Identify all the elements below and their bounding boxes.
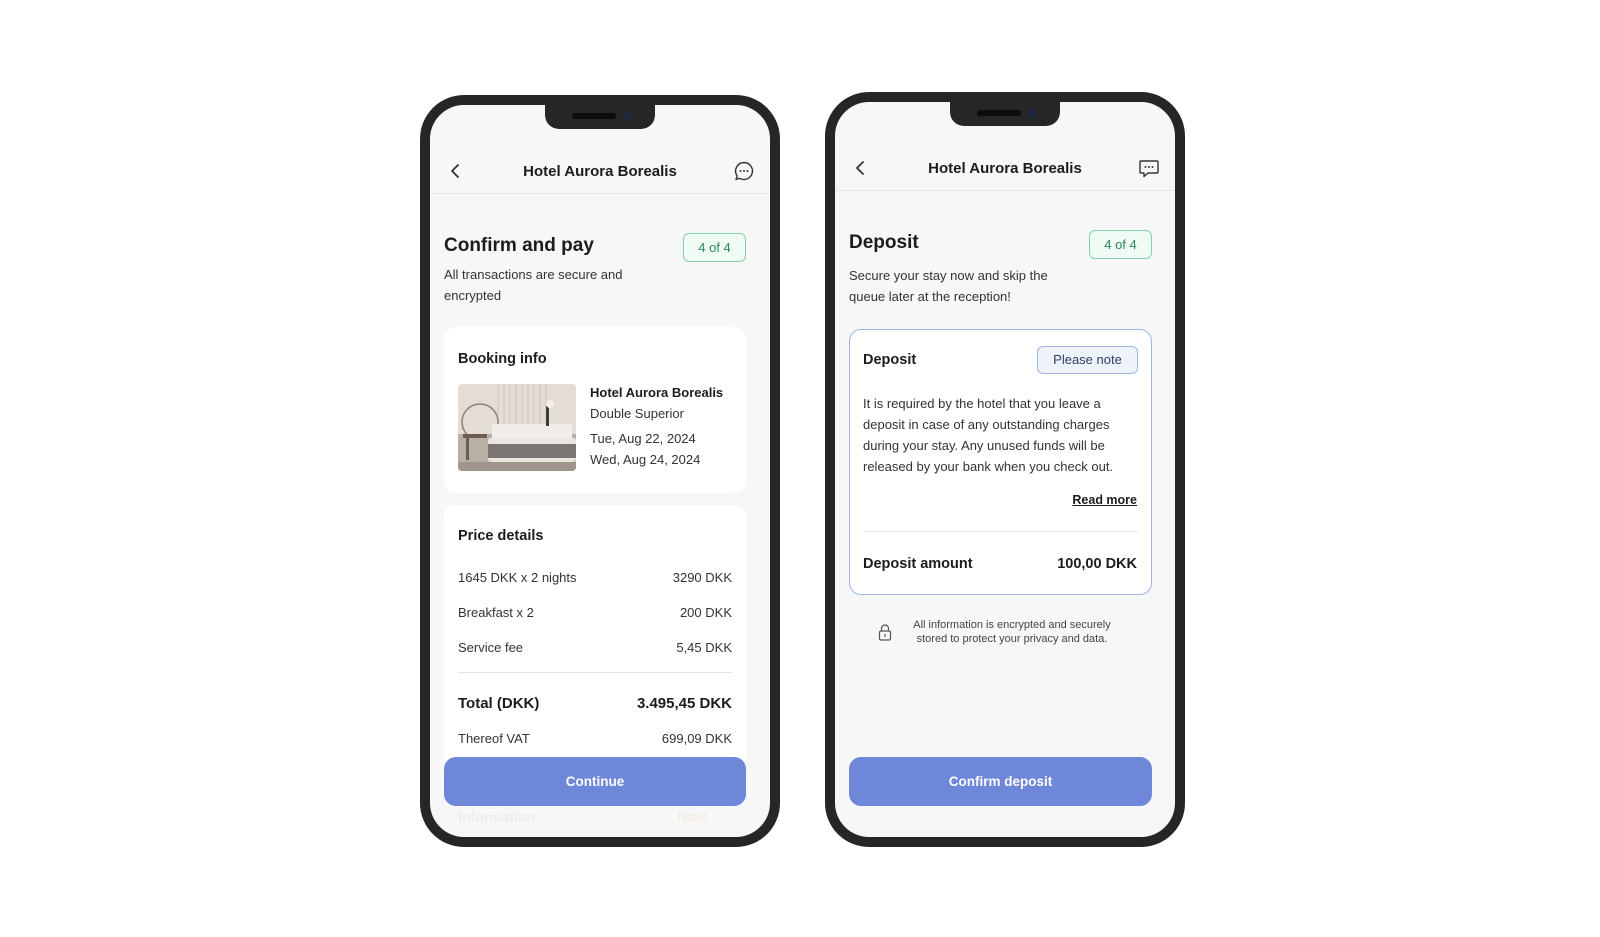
- chat-bubble-icon[interactable]: [1137, 156, 1161, 180]
- total-label: Total (DKK): [458, 695, 540, 712]
- vat-label: Thereof VAT: [458, 731, 530, 746]
- hotel-room-image: [458, 384, 576, 471]
- price-row-label: 1645 DKK x 2 nights: [458, 570, 577, 585]
- booking-hotel-name: Hotel Aurora Borealis: [590, 385, 724, 400]
- screen-deposit: Hotel Aurora Borealis Deposit 4 of 4 Sec…: [835, 102, 1175, 837]
- phone-notch: [545, 105, 655, 129]
- deposit-amount-row: Deposit amount 100,00 DKK: [863, 556, 1137, 572]
- booking-info-card: Booking info Hotel Aurora Borealis Doubl…: [444, 327, 746, 493]
- faded-note-badge: Note!: [678, 810, 707, 824]
- total-value: 3.495,45 DKK: [636, 695, 732, 712]
- price-row: Service fee 5,45 DKK: [458, 640, 732, 655]
- top-bar: Hotel Aurora Borealis: [430, 149, 770, 194]
- booking-info-title: Booking info: [458, 351, 547, 367]
- phone-deposit: Hotel Aurora Borealis Deposit 4 of 4 Sec…: [825, 92, 1185, 847]
- deposit-divider: [863, 531, 1138, 532]
- step-badge: 4 of 4: [1089, 230, 1152, 259]
- please-note-badge: Please note: [1037, 346, 1138, 374]
- price-details-title: Price details: [458, 528, 544, 544]
- header-title: Hotel Aurora Borealis: [523, 162, 677, 180]
- header-title: Hotel Aurora Borealis: [928, 159, 1082, 177]
- price-row-label: Service fee: [458, 640, 524, 655]
- price-details-card: Price details 1645 DKK x 2 nights 3290 D…: [444, 505, 746, 785]
- page-subtitle: All transactions are secure and encrypte…: [444, 267, 623, 303]
- deposit-amount-value: 100,00 DKK: [1057, 556, 1137, 572]
- security-note: All information is encrypted and securel…: [913, 619, 1111, 645]
- price-row-value: 5,45 DKK: [676, 640, 732, 655]
- page-subtitle: Secure your stay now and skip the queue …: [849, 268, 1048, 304]
- page-heading: Confirm and pay: [444, 235, 594, 256]
- page-heading: Deposit: [849, 232, 919, 253]
- confirm-deposit-button[interactable]: Confirm deposit: [849, 757, 1152, 806]
- lock-icon: [878, 623, 892, 646]
- faded-information-label: Information: [458, 809, 535, 825]
- price-row: Breakfast x 2 200 DKK: [458, 605, 732, 620]
- total-row: Total (DKK) 3.495,45 DKK: [458, 695, 732, 712]
- deposit-card-title: Deposit: [863, 352, 917, 368]
- booking-checkout-date: Wed, Aug 24, 2024: [590, 452, 701, 467]
- deposit-description: It is required by the hotel that you lea…: [863, 396, 1114, 474]
- phone-notch: [950, 102, 1060, 126]
- deposit-info-card: Deposit Please note It is required by th…: [849, 329, 1152, 595]
- price-row-value: 200 DKK: [679, 605, 732, 620]
- price-row-label: Breakfast x 2: [458, 605, 534, 620]
- screen-confirm: Hotel Aurora Borealis Confirm and pay 4 …: [430, 105, 770, 837]
- back-chevron-left-icon[interactable]: [444, 159, 468, 183]
- top-bar: Hotel Aurora Borealis: [835, 146, 1175, 191]
- price-divider: [458, 672, 732, 673]
- vat-row: Thereof VAT 699,09 DKK: [458, 731, 732, 746]
- step-badge: 4 of 4: [683, 233, 746, 262]
- vat-value: 699,09 DKK: [661, 731, 732, 746]
- price-row: 1645 DKK x 2 nights 3290 DKK: [458, 570, 732, 585]
- back-chevron-left-icon[interactable]: [849, 156, 873, 180]
- booking-checkin-date: Tue, Aug 22, 2024: [590, 431, 696, 446]
- chat-bubble-icon[interactable]: [732, 159, 756, 183]
- phone-confirm-and-pay: Hotel Aurora Borealis Confirm and pay 4 …: [420, 95, 780, 847]
- continue-button[interactable]: Continue: [444, 757, 746, 806]
- booking-room-type: Double Superior: [590, 406, 684, 421]
- read-more-link[interactable]: Read more: [1072, 493, 1137, 507]
- deposit-amount-label: Deposit amount: [863, 556, 973, 572]
- price-row-value: 3290 DKK: [672, 570, 732, 585]
